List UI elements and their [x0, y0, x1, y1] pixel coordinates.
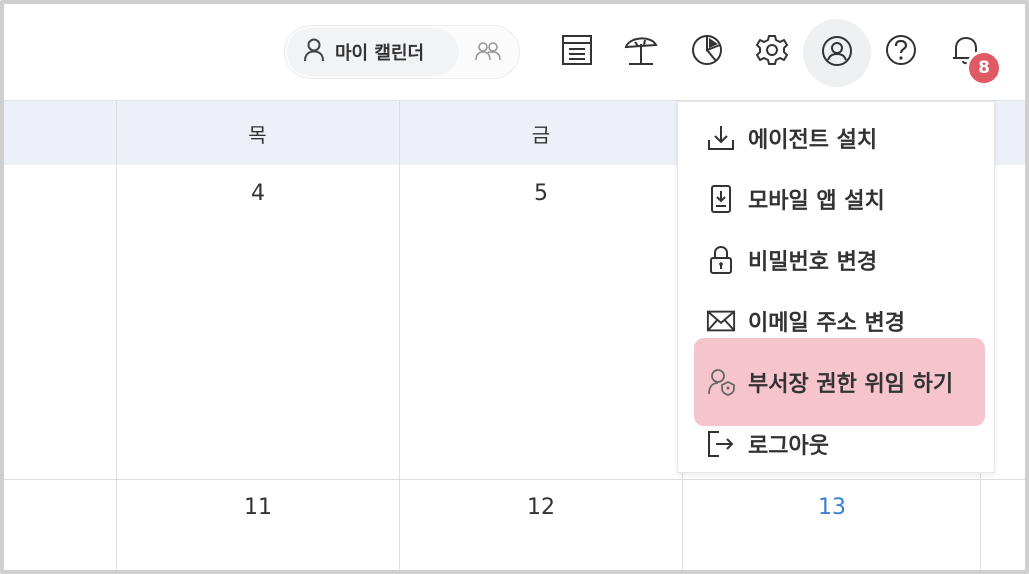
menu-item-label: 에이전트 설치	[748, 128, 878, 153]
person-icon	[303, 38, 325, 66]
account-dropdown-menu: 에이전트 설치 모바일 앱 설치 비밀번호 변경 이메일 주소 변경 부서장 권…	[677, 101, 995, 473]
menu-item-install-mobile-app[interactable]: 모바일 앱 설치	[694, 171, 984, 227]
download-icon	[706, 123, 736, 153]
vacation-button[interactable]	[614, 25, 668, 79]
weekday-header-fri: 금	[531, 122, 551, 147]
week-divider	[4, 479, 1025, 480]
lock-icon	[706, 245, 736, 275]
group-icon	[474, 41, 502, 65]
menu-item-change-password[interactable]: 비밀번호 변경	[694, 232, 984, 288]
account-button[interactable]	[803, 19, 871, 87]
menu-item-label: 비밀번호 변경	[748, 250, 878, 275]
help-button[interactable]	[874, 25, 928, 79]
day-cell-11[interactable]: 11	[228, 495, 288, 520]
column-divider	[116, 101, 117, 570]
day-cell-4[interactable]: 4	[228, 181, 288, 206]
my-calendar-button[interactable]: 마이 캘린더	[287, 28, 459, 76]
menu-item-label: 이메일 주소 변경	[748, 311, 905, 336]
vacation-icon	[623, 33, 659, 71]
account-icon	[820, 34, 854, 72]
statistics-button[interactable]	[680, 25, 734, 79]
notification-badge: 8	[966, 50, 1002, 86]
day-cell-5[interactable]: 5	[511, 181, 571, 206]
menu-item-install-agent[interactable]: 에이전트 설치	[694, 110, 984, 166]
mobile-download-icon	[706, 184, 736, 214]
menu-item-label: 부서장 권한 위임 하기	[748, 372, 954, 397]
chart-icon	[690, 33, 724, 71]
column-divider	[399, 101, 400, 570]
day-cell-12[interactable]: 12	[511, 495, 571, 520]
gear-icon	[755, 33, 789, 71]
top-bar: 마이 캘린더 8	[4, 4, 1025, 101]
settings-button[interactable]	[745, 25, 799, 79]
menu-item-label: 로그아웃	[748, 434, 829, 459]
envelope-icon	[706, 306, 736, 336]
weekday-header-thu: 목	[248, 122, 267, 147]
menu-item-logout[interactable]: 로그아웃	[694, 416, 984, 472]
day-cell-13-today[interactable]: 13	[802, 495, 862, 520]
calendar-switcher: 마이 캘린더	[284, 25, 520, 79]
my-calendar-label: 마이 캘린더	[335, 43, 425, 64]
help-icon	[884, 33, 918, 71]
memo-button[interactable]	[550, 25, 604, 79]
menu-item-delegate-authority[interactable]: 부서장 권한 위임 하기	[694, 338, 985, 426]
shared-calendar-button[interactable]	[473, 38, 503, 68]
logout-icon	[706, 429, 736, 459]
memo-icon	[560, 33, 594, 71]
menu-item-label: 모바일 앱 설치	[748, 189, 885, 214]
delegate-icon	[706, 367, 736, 397]
app-window: 마이 캘린더 8 목 금 4 5 11 12 13 에이전트 설치 모바일 앱 …	[0, 0, 1029, 574]
